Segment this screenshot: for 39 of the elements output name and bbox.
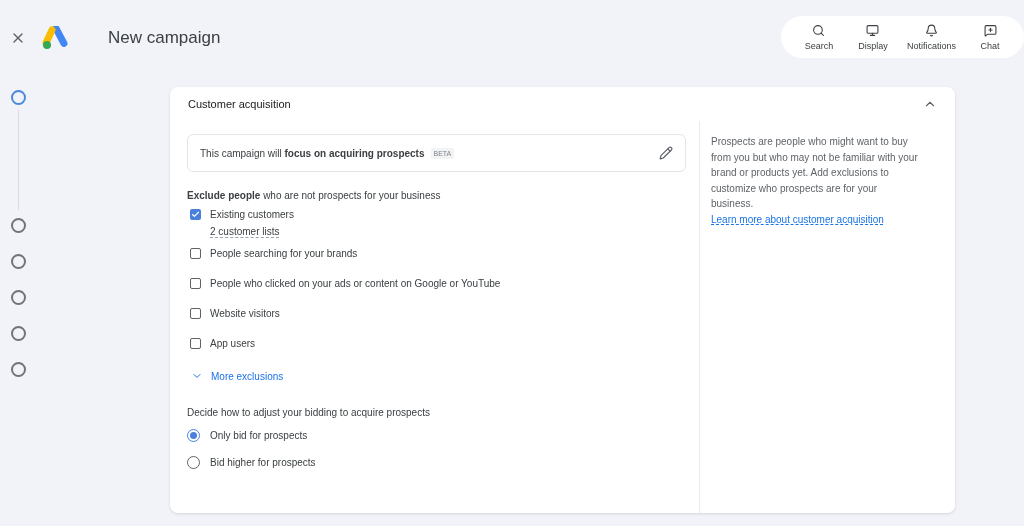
edit-button[interactable] — [659, 146, 673, 160]
page-title: New campaign — [108, 28, 222, 48]
customer-lists-link[interactable]: 2 customer lists — [210, 226, 280, 238]
chat-icon — [983, 23, 997, 37]
step-indicator[interactable] — [10, 362, 26, 377]
more-exclusions-button[interactable]: More exclusions — [191, 370, 284, 382]
bell-icon — [925, 23, 938, 37]
radio-label: Bid higher for prospects — [210, 457, 316, 468]
check-icon — [191, 210, 200, 219]
checkbox[interactable] — [190, 308, 201, 319]
bidding-heading: Decide how to adjust your bidding to acquire prospects — [187, 407, 431, 418]
checkbox[interactable] — [190, 278, 201, 289]
focus-text: This campaign will focus on acquiring prospects — [200, 147, 425, 159]
checkbox-label: App users — [210, 338, 256, 349]
chat-button[interactable]: Chat — [970, 23, 1010, 51]
ads-logo-icon — [42, 26, 68, 50]
step-indicator[interactable] — [10, 218, 26, 233]
notifications-button[interactable]: Notifications — [906, 23, 956, 51]
pencil-icon — [659, 146, 673, 160]
search-icon — [812, 23, 826, 37]
step-indicator[interactable] — [10, 326, 26, 341]
step-indicator[interactable] — [10, 290, 26, 305]
monitor-icon — [866, 23, 880, 37]
checkbox-label: Existing customers — [210, 209, 294, 220]
learn-more-link[interactable]: Learn more about customer acquisition — [711, 213, 884, 225]
card-title: Customer acquisition — [188, 98, 291, 110]
checkbox[interactable] — [190, 338, 201, 349]
radio-label: Only bid for prospects — [210, 430, 308, 441]
checkbox-label: Website visitors — [210, 308, 280, 319]
checkbox-label: People who clicked on your ads or content on Google or YouTube — [210, 278, 501, 289]
display-button[interactable]: Display — [852, 23, 893, 51]
checkbox[interactable] — [190, 209, 201, 220]
help-text: Prospects are people who might want to buy from you but who may not be familiar with your brand or products yet. Add exclusions to customize who prospects are for your business. Learn more about customer acquisition — [711, 135, 919, 227]
checkbox[interactable] — [190, 248, 201, 259]
exclude-heading: Exclude people who are not prospects for your business — [187, 190, 442, 201]
step-indicator[interactable] — [10, 90, 26, 105]
search-button[interactable]: Search — [798, 23, 839, 51]
checkbox-label: People searching for your brands — [210, 248, 358, 259]
step-indicator[interactable] — [10, 254, 26, 269]
